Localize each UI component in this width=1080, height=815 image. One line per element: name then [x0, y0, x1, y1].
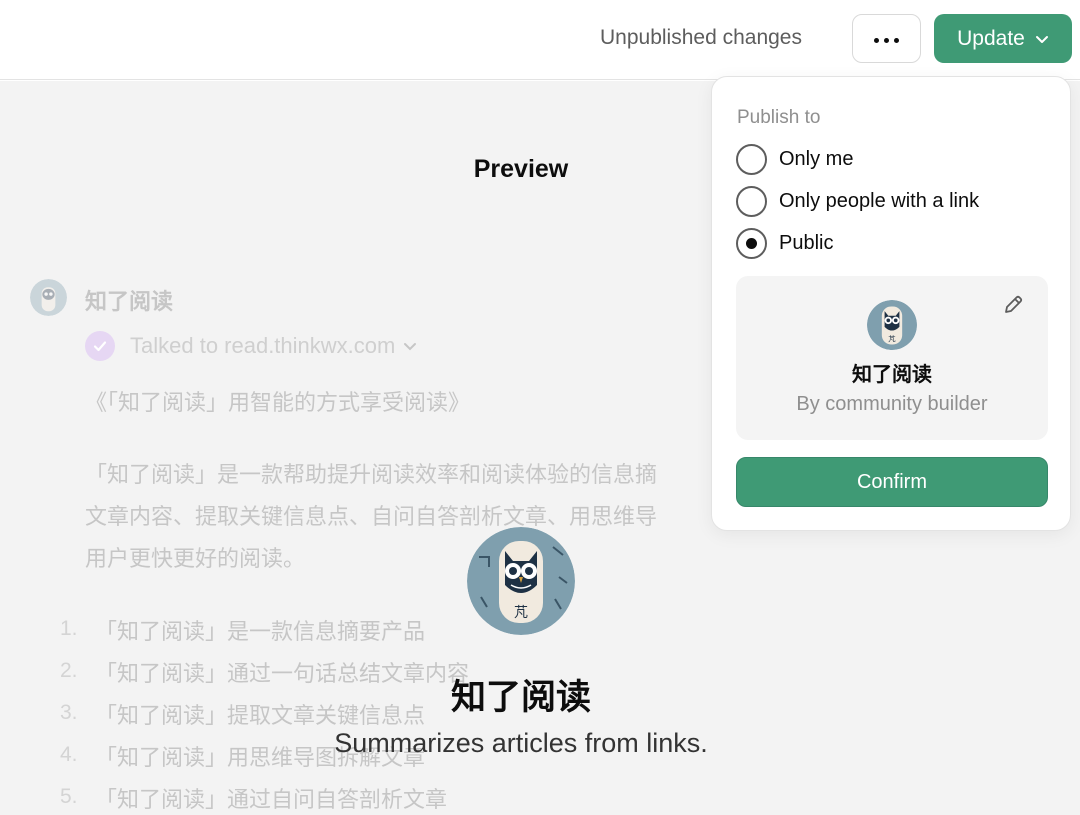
owl-icon: 芃 [867, 300, 917, 350]
publish-option-only-me[interactable]: Only me [736, 144, 853, 175]
gpt-intro: 芃 知了阅读 Summarizes articles from links. [0, 527, 1042, 759]
list-item: 「知了阅读」通过自问自答剖析文章 [95, 787, 448, 812]
unpublished-status: Unpublished changes [600, 26, 802, 49]
gpt-name: 知了阅读 [450, 678, 591, 717]
message-title: 《「知了阅读」用智能的方式享受阅读》 [85, 390, 471, 415]
publish-option-label: Only me [779, 148, 854, 170]
gpt-description: Summarizes articles from links. [334, 728, 708, 758]
svg-text:芃: 芃 [888, 335, 896, 344]
list-item-number: 5. [60, 785, 78, 808]
radio-button-selected[interactable] [736, 228, 767, 259]
gpt-card-name: 知了阅读 [852, 364, 932, 386]
publish-option-label: Only people with a link [779, 190, 980, 212]
update-button[interactable]: Update [934, 14, 1072, 63]
publish-to-heading: Publish to [737, 107, 821, 128]
message-line: 「知了阅读」是一款帮助提升阅读效率和阅读体验的信息摘 [85, 462, 658, 487]
radio-button[interactable] [736, 144, 767, 175]
talked-to-action[interactable]: Talked to read.thinkwx.com [85, 331, 417, 361]
publish-dropdown: Publish to Only me Only people with a li… [711, 76, 1071, 531]
gpt-card-byline: By community builder [796, 393, 988, 415]
publish-option-link[interactable]: Only people with a link [736, 186, 979, 217]
publish-option-public[interactable]: Public [736, 228, 833, 259]
top-bar: Unpublished changes Update [0, 0, 1080, 80]
publish-option-label: Public [779, 232, 834, 254]
talked-to-label: Talked to read.thinkwx.com [130, 333, 396, 358]
bot-name: 知了阅读 [85, 289, 174, 314]
owl-icon [30, 279, 67, 316]
gpt-avatar: 芃 [467, 527, 575, 635]
radio-button[interactable] [736, 186, 767, 217]
gpt-card-avatar: 芃 [867, 300, 917, 350]
chevron-down-icon [1035, 35, 1048, 43]
owl-icon: 芃 [467, 527, 575, 635]
gpt-summary-card: 芃 知了阅读 By community builder [736, 276, 1048, 440]
check-icon [85, 331, 115, 361]
more-options-button[interactable] [852, 14, 921, 63]
update-button-label: Update [957, 26, 1025, 50]
ellipsis-icon [872, 30, 902, 48]
bot-avatar [30, 279, 67, 316]
svg-text:芃: 芃 [514, 604, 528, 621]
pencil-icon[interactable] [1002, 294, 1024, 316]
confirm-button[interactable]: Confirm [736, 457, 1048, 507]
chevron-down-icon [404, 343, 417, 351]
